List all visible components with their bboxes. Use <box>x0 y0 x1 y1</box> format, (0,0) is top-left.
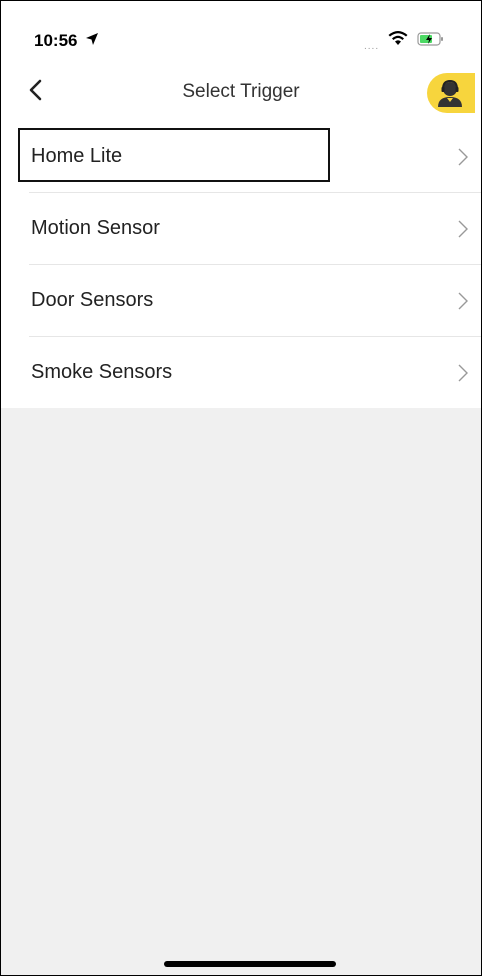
list-item-door-sensors[interactable]: Door Sensors <box>29 264 481 336</box>
list-item-smoke-sensors[interactable]: Smoke Sensors <box>29 336 481 408</box>
list-item-label: Motion Sensor <box>31 217 160 239</box>
chevron-right-icon <box>457 219 469 244</box>
support-button[interactable] <box>427 73 475 113</box>
nav-bar: Select Trigger <box>1 61 481 121</box>
list-item-label: Home Lite <box>31 145 123 167</box>
signal-indicator: .... <box>364 41 380 52</box>
location-arrow-icon <box>85 32 99 51</box>
trigger-list: Home Lite Motion Sensor Door Sensors Smo… <box>1 121 481 408</box>
list-item-label: Door Sensors <box>31 289 154 311</box>
list-item-motion-sensor[interactable]: Motion Sensor <box>29 192 481 264</box>
support-agent-icon <box>438 79 462 107</box>
list-item-home-lite[interactable]: Home Lite <box>1 121 481 192</box>
phone-screen: 10:56 .... Select Trigger Home Lite Moti… <box>0 0 482 976</box>
list-item-label: Smoke Sensors <box>31 361 173 383</box>
home-indicator[interactable] <box>164 961 336 967</box>
battery-charging-icon <box>417 31 445 52</box>
chevron-right-icon <box>457 291 469 316</box>
chevron-right-icon <box>457 147 469 172</box>
chevron-right-icon <box>457 363 469 388</box>
page-title: Select Trigger <box>182 81 300 102</box>
wifi-icon <box>387 30 409 51</box>
status-bar: 10:56 .... <box>1 1 481 61</box>
status-time: 10:56 <box>34 31 78 50</box>
